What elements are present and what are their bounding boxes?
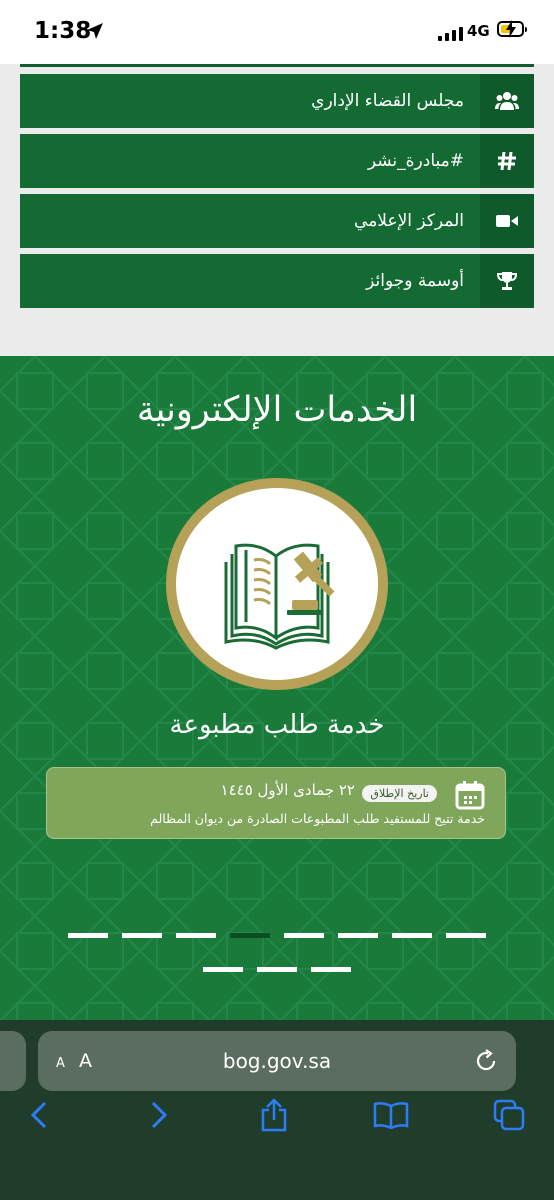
printed-book-gavel-icon: [224, 543, 335, 650]
service-info-card[interactable]: تاريخ الإطلاق ٢٢ جمادى الأول ١٤٤٥ خدمة ت…: [46, 767, 506, 839]
menu-icon-box: [480, 74, 534, 128]
battery-charging-icon: [497, 20, 524, 38]
menu-item-label: المركز الإعلامي: [354, 211, 464, 231]
pagination-dot[interactable]: [122, 933, 162, 938]
pagination-dot[interactable]: [257, 967, 297, 972]
pagination-dot[interactable]: [203, 967, 243, 972]
menu-item-media-center[interactable]: المركز الإعلامي: [20, 194, 534, 248]
forward-button[interactable]: [134, 1090, 184, 1140]
launch-date: ٢٢ جمادى الأول ١٤٤٥: [220, 781, 355, 799]
pagination-dot[interactable]: [284, 933, 324, 938]
menu-icon-box: [480, 134, 534, 188]
menu-item-awards[interactable]: أوسمة وجوائز: [20, 254, 534, 308]
menu-divider: [20, 64, 534, 67]
menu-section: مجلس القضاء الإداري #مبادرة_نشر المركز ا…: [0, 64, 554, 356]
service-name: خدمة طلب مطبوعة: [169, 710, 385, 740]
chevron-right-icon: [151, 1101, 168, 1129]
pagination-dot[interactable]: [311, 967, 351, 972]
back-button[interactable]: [14, 1090, 64, 1140]
trophy-icon: [497, 272, 517, 290]
status-time: 1:38: [34, 18, 92, 44]
tabs-icon: [493, 1099, 525, 1131]
launch-date-badge: تاريخ الإطلاق: [362, 785, 437, 802]
menu-item-label: #مبادرة_نشر: [367, 151, 464, 171]
share-icon: [261, 1098, 287, 1132]
menu-item-label: أوسمة وجوائز: [366, 271, 464, 291]
menu-item-nashr-initiative[interactable]: #مبادرة_نشر: [20, 134, 534, 188]
service-emblem-inner: [176, 488, 378, 680]
tabs-button[interactable]: [484, 1090, 534, 1140]
e-services-section: الخدمات الإلكترونية خدمة طلب مطبوعة تاري…: [0, 356, 554, 1020]
share-button[interactable]: [249, 1090, 299, 1140]
service-description: خدمة تتيح للمستفيد طلب المطبوعات الصادرة…: [150, 811, 485, 826]
calendar-icon: [455, 781, 485, 810]
chevron-left-icon: [30, 1101, 47, 1129]
bookmarks-button[interactable]: [366, 1090, 416, 1140]
status-bar: 1:38 4G: [0, 0, 554, 64]
menu-icon-box: [480, 194, 534, 248]
pagination-dot[interactable]: [446, 933, 486, 938]
hashtag-icon: [498, 151, 516, 171]
menu-icon-box: [480, 254, 534, 308]
menu-item-admin-judicial-council[interactable]: مجلس القضاء الإداري: [20, 74, 534, 128]
network-type: 4G: [467, 22, 490, 40]
pagination-dot[interactable]: [68, 933, 108, 938]
section-title: الخدمات الإلكترونية: [136, 390, 418, 430]
menu-item-label: مجلس القضاء الإداري: [311, 91, 464, 111]
url-text: bog.gov.sa: [222, 1049, 332, 1073]
service-emblem[interactable]: [166, 478, 388, 690]
pagination-dot[interactable]: [338, 933, 378, 938]
reload-icon[interactable]: [474, 1049, 498, 1073]
signal-bars-icon: [438, 27, 463, 41]
pagination-dot[interactable]: [230, 933, 270, 938]
location-arrow-icon: [87, 23, 103, 39]
carousel-pagination-row-2: [0, 967, 554, 972]
address-bar[interactable]: AAAA bog.gov.sa: [38, 1031, 516, 1091]
carousel-pagination-row-1: [0, 933, 554, 938]
pagination-dot[interactable]: [392, 933, 432, 938]
book-icon: [373, 1102, 409, 1129]
users-icon: [495, 92, 519, 110]
video-camera-icon: [496, 215, 518, 227]
battery-cap: [525, 27, 527, 32]
previous-tab-preview[interactable]: [0, 1031, 26, 1091]
pagination-dot[interactable]: [176, 933, 216, 938]
